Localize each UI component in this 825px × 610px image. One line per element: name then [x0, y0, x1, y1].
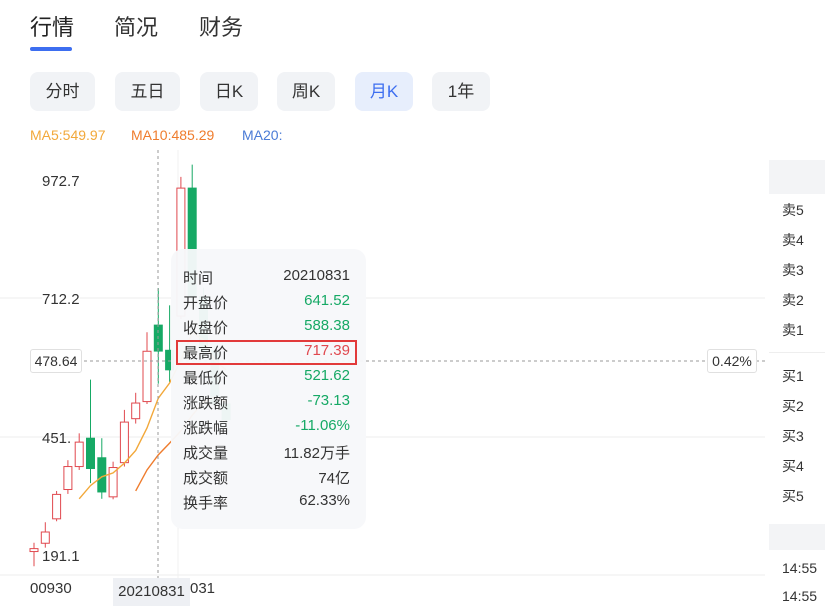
tooltip-row-turnover: 成交额 74亿 [183, 467, 354, 489]
tab-profile[interactable]: 简况 [114, 10, 158, 42]
y-axis-label-upper: 712.2 [42, 291, 80, 308]
order-book-sell-4: 卖4 [782, 232, 804, 248]
order-book: 卖5 卖4 卖3 卖2 卖1 买1 买2 买3 买4 买5 14:55 14:5… [769, 160, 825, 610]
active-tab-indicator [30, 47, 72, 51]
y-axis-label-bottom: 191.1 [42, 548, 80, 565]
crosshair-date-tag: 20210831 [113, 578, 190, 606]
trade-time: 14:55 [782, 588, 818, 604]
order-book-header [769, 160, 825, 194]
order-book-buy-4: 买4 [782, 458, 804, 474]
tooltip-row-volume: 成交量 11.82万手 [183, 442, 354, 464]
period-monthly-k-button[interactable]: 月K [355, 72, 413, 111]
top-tabs: 行情 简况 财务 [0, 0, 825, 60]
period-daily-k-button[interactable]: 日K [200, 72, 258, 111]
y-axis-label-lower: 451. [42, 430, 72, 447]
tooltip-row-change-pct: 涨跌幅 -11.06% [183, 417, 350, 437]
order-book-buy-3: 买3 [782, 428, 804, 444]
ma10-label: MA10:485.29 [131, 127, 215, 143]
order-book-buy-5: 买5 [782, 488, 804, 504]
tooltip-row-open: 开盘价 641.52 [183, 292, 350, 312]
period-intraday-button[interactable]: 分时 [30, 72, 95, 111]
candle-body [108, 467, 118, 498]
candle-body [86, 437, 95, 470]
order-book-sell-5: 卖5 [782, 202, 804, 218]
order-book-divider [769, 352, 825, 353]
x-axis-label-left: 00930 [30, 580, 72, 597]
tooltip-value: 62.33% [299, 492, 350, 509]
tooltip-value: -11.06% [295, 417, 350, 434]
candle-body [142, 350, 152, 403]
order-book-buy-2: 买2 [782, 398, 804, 414]
order-book-sell-1: 卖1 [782, 322, 804, 338]
order-book-sell-2: 卖2 [782, 292, 804, 308]
candle-body [131, 402, 141, 420]
period-weekly-k-button[interactable]: 周K [277, 72, 335, 111]
ma5-label: MA5:549.97 [30, 127, 106, 143]
tooltip-value: 11.82万手 [283, 445, 350, 462]
candle-body [52, 493, 62, 520]
tooltip-row-low: 最低价 521.62 [183, 367, 350, 387]
candle-body [40, 531, 50, 544]
tooltip-value: -73.13 [307, 392, 350, 409]
y-axis-label-top: 972.7 [42, 173, 80, 190]
tooltip-value: 74亿 [318, 470, 350, 487]
candle-tooltip: 时间 20210831 开盘价 641.52 收盘价 588.38 最高价 71… [171, 249, 366, 529]
order-book-sell-3: 卖3 [782, 262, 804, 278]
tab-market[interactable]: 行情 [30, 10, 74, 42]
tooltip-value: 641.52 [304, 292, 350, 309]
tooltip-row-close: 收盘价 588.38 [183, 317, 350, 337]
tooltip-row-change: 涨跌额 -73.13 [183, 392, 350, 412]
trade-list-header [769, 524, 825, 550]
period-one-year-button[interactable]: 1年 [432, 72, 490, 111]
tooltip-value: 521.62 [304, 367, 350, 384]
high-price-highlight-box [176, 340, 357, 365]
candle-body [97, 457, 107, 493]
candle-body [63, 466, 73, 491]
period-five-day-button[interactable]: 五日 [115, 72, 180, 111]
ma20-label: MA20: [242, 127, 283, 143]
tooltip-row-turnover-rate: 换手率 62.33% [183, 492, 350, 512]
tooltip-value: 588.38 [304, 317, 350, 334]
order-book-buy-1: 买1 [782, 368, 804, 384]
candle-body [29, 548, 39, 553]
x-axis-label-right: 031 [190, 580, 216, 597]
candle-body [74, 441, 84, 468]
crosshair-percent-tag: 0.42% [707, 349, 757, 373]
tooltip-value: 20210831 [283, 267, 350, 284]
candle-body [119, 421, 129, 464]
trade-time: 14:55 [782, 560, 818, 576]
tooltip-row-time: 时间 20210831 [183, 267, 350, 287]
tab-finance[interactable]: 财务 [199, 10, 243, 42]
period-selector: 分时 五日 日K 周K 月K 1年 [0, 72, 825, 112]
crosshair-price-tag: 478.64 [30, 349, 82, 373]
kline-chart[interactable] [0, 150, 765, 590]
